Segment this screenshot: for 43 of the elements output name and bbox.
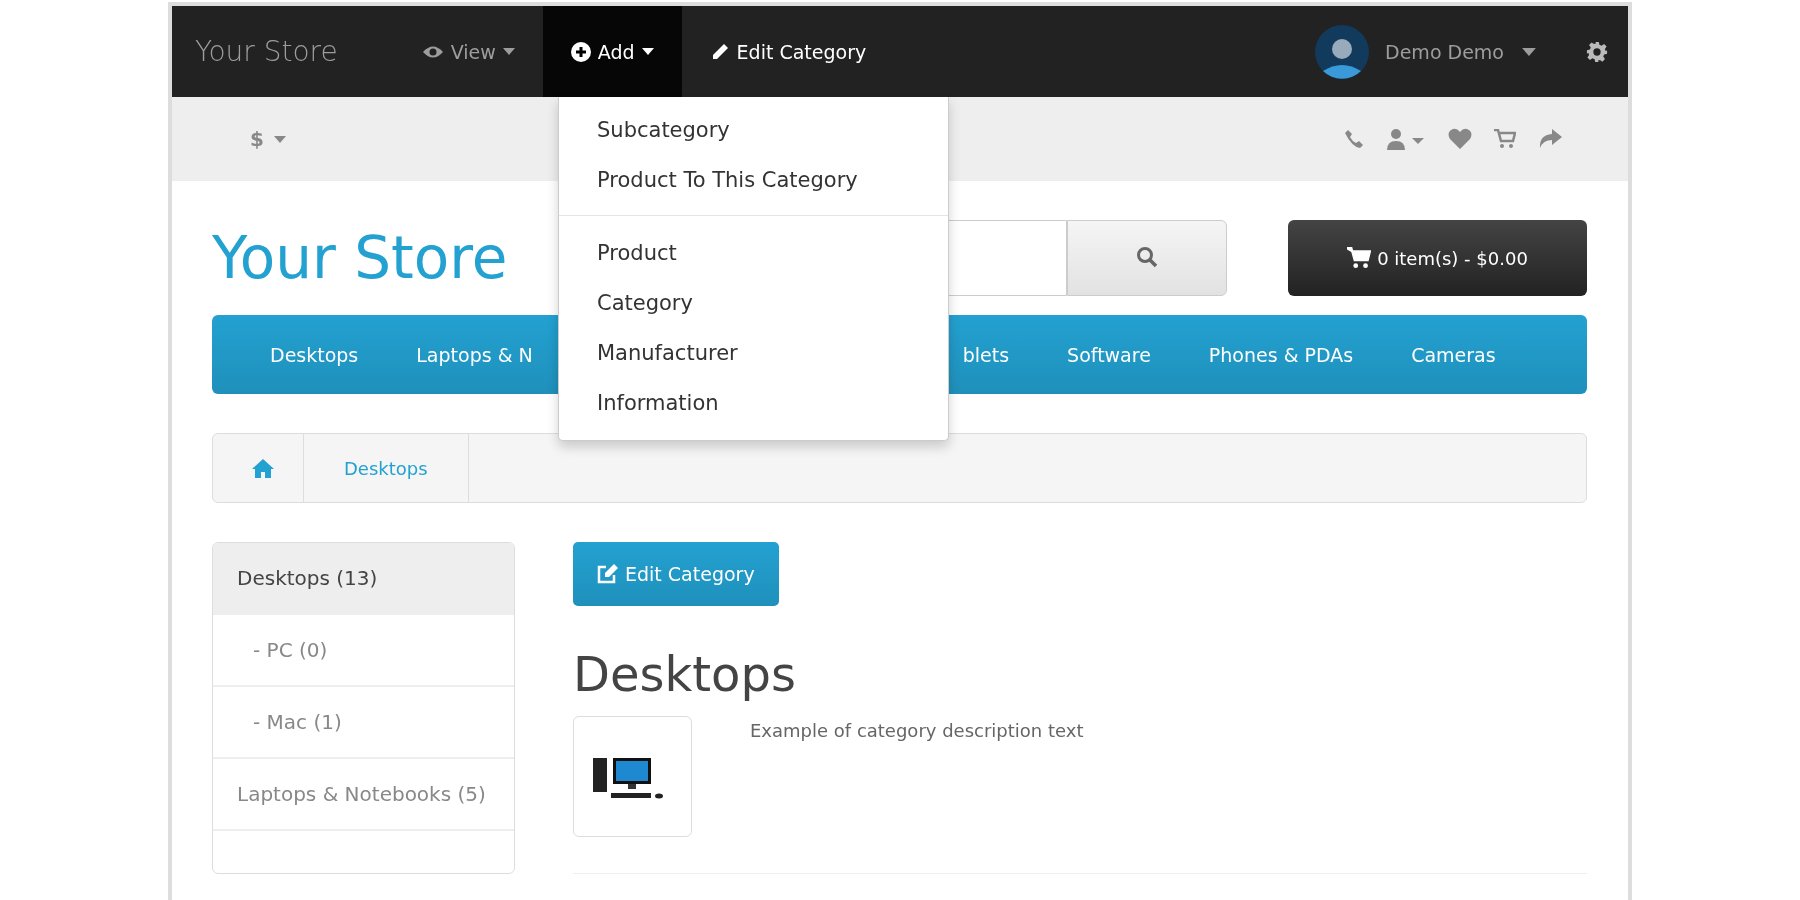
edit-icon bbox=[597, 564, 619, 584]
toolbar-menu[interactable]: View bbox=[393, 6, 543, 97]
category-description: Example of category description text bbox=[750, 720, 1084, 743]
edit-category-button[interactable]: Edit Category bbox=[573, 542, 779, 606]
category-list-item[interactable]: Desktops (13) bbox=[213, 543, 514, 615]
category-list-item[interactable]: Laptops & Notebooks (5) bbox=[213, 759, 514, 831]
toolbar-menu[interactable]: Edit Category bbox=[681, 6, 895, 97]
heart-icon[interactable] bbox=[1448, 128, 1472, 150]
share-arrow-icon[interactable] bbox=[1538, 129, 1562, 149]
dropdown-item[interactable]: Subcategory bbox=[559, 105, 948, 155]
search-icon bbox=[1136, 245, 1158, 268]
product-thumbnail[interactable] bbox=[573, 716, 692, 837]
category-menu-item[interactable]: Software bbox=[1038, 343, 1180, 366]
caret-icon bbox=[502, 48, 515, 55]
user-icon[interactable] bbox=[1386, 128, 1426, 150]
caret-icon bbox=[1522, 47, 1536, 56]
cart-button[interactable]: 0 item(s) - $0.00 bbox=[1288, 220, 1587, 296]
category-list-item[interactable]: - Mac (1) bbox=[213, 687, 514, 759]
category-menu-item[interactable]: Phones & PDAs bbox=[1179, 343, 1383, 366]
plus-circle-icon bbox=[570, 41, 591, 62]
category-heading: Desktops bbox=[573, 646, 797, 702]
category-menu-item[interactable]: Desktops bbox=[241, 343, 388, 366]
cart-icon[interactable] bbox=[1494, 129, 1516, 149]
category-list-item[interactable]: - PC (0) bbox=[213, 615, 514, 687]
settings-icon[interactable] bbox=[1586, 40, 1608, 63]
user-menu[interactable]: Demo Demo bbox=[1369, 40, 1586, 63]
dropdown-item[interactable]: Product bbox=[559, 228, 948, 278]
dropdown-item[interactable]: Product To This Category bbox=[559, 155, 948, 205]
dropdown-item[interactable]: Manufacturer bbox=[559, 328, 948, 378]
eye-icon bbox=[421, 44, 444, 59]
home-icon[interactable] bbox=[251, 458, 275, 478]
avatar-icon[interactable] bbox=[1315, 24, 1370, 79]
category-menu-item[interactable]: Cameras bbox=[1382, 343, 1525, 366]
dropdown-item[interactable]: Information bbox=[559, 378, 948, 428]
caret-icon bbox=[273, 135, 286, 143]
caret-icon bbox=[641, 48, 654, 55]
cart-icon bbox=[1347, 247, 1372, 269]
toolbar-menu[interactable]: Add bbox=[542, 6, 682, 97]
phone-icon[interactable] bbox=[1344, 129, 1364, 149]
category-menu-item[interactable]: Laptops & N bbox=[387, 343, 562, 366]
dropdown-item[interactable]: Category bbox=[559, 278, 948, 328]
admin-brand[interactable]: Your Store bbox=[172, 35, 394, 68]
currency-menu[interactable]: $ bbox=[244, 126, 292, 152]
